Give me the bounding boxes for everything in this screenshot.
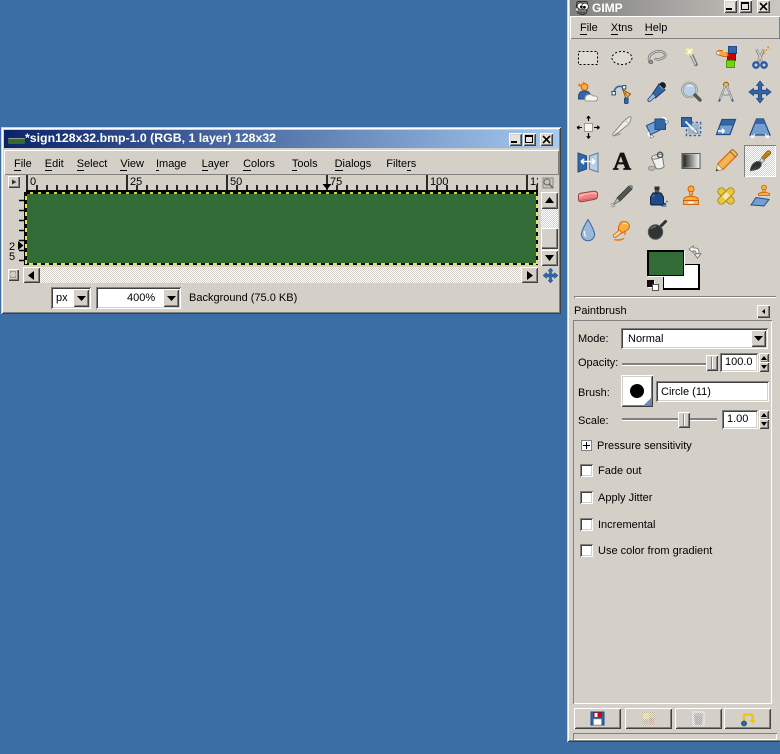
svg-text:75: 75 bbox=[330, 176, 342, 188]
svg-text:25: 25 bbox=[130, 176, 142, 188]
svg-text:50: 50 bbox=[230, 176, 242, 188]
svg-text:100: 100 bbox=[430, 176, 448, 188]
svg-text:12: 12 bbox=[530, 176, 538, 188]
svg-text:A: A bbox=[613, 149, 631, 173]
svg-text:0: 0 bbox=[30, 176, 36, 188]
svg-text:5: 5 bbox=[9, 251, 15, 263]
